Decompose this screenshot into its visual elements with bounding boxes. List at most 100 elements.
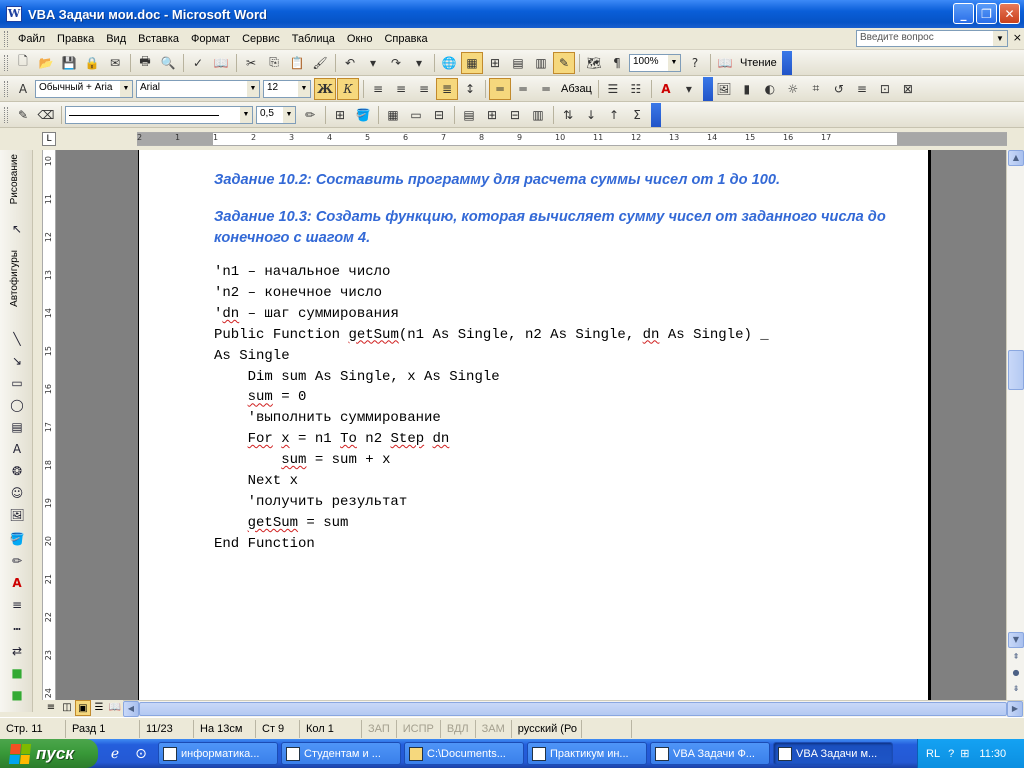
status-record[interactable]: ЗАП (362, 719, 397, 738)
align-center-icon[interactable]: ≡ (390, 78, 412, 100)
picture-icon[interactable]: 🖼 (8, 506, 26, 524)
taskbar-item[interactable]: VBA Задачи Ф... (650, 742, 770, 765)
align-right-icon[interactable]: ≡ (413, 78, 435, 100)
draw-table-icon[interactable]: ✎ (12, 104, 34, 126)
spelling-icon[interactable]: ✓ (187, 52, 209, 74)
toolbar-grip[interactable] (4, 106, 8, 123)
toolbar-grip[interactable] (4, 30, 8, 47)
start-button[interactable]: пуск (0, 739, 98, 768)
browse-object-icon[interactable]: ● (1008, 666, 1024, 682)
internet-explorer-icon[interactable]: ℯ (106, 745, 124, 763)
sort-asc-icon[interactable]: ↓ (580, 104, 602, 126)
status-extend[interactable]: ВДЛ (441, 719, 476, 738)
crop-icon[interactable]: ⌗ (805, 78, 827, 100)
distribute-rows-icon[interactable]: ⊞ (481, 104, 503, 126)
horizontal-scrollbar[interactable]: ◀ ▶ (123, 700, 1023, 717)
insert-excel-icon[interactable]: ▤ (507, 52, 529, 74)
arrow-style-icon[interactable]: ⇄ (8, 642, 26, 660)
web-view-icon[interactable]: ◫ (59, 700, 75, 716)
maximize-button[interactable]: ❐ (976, 3, 997, 24)
copy-icon[interactable]: ⎘ (263, 52, 285, 74)
autosum-icon[interactable]: Σ (626, 104, 648, 126)
justify-icon[interactable]: ≣ (436, 77, 458, 100)
bullets-icon[interactable]: ☷ (625, 78, 647, 100)
font-color-icon[interactable]: A (655, 78, 677, 100)
insert-table-icon[interactable]: ⊞ (484, 52, 506, 74)
line-style-icon[interactable]: ≡ (8, 596, 26, 614)
vertical-scrollbar[interactable]: ▲ ▼ ⇞ ● ⇟ (1006, 150, 1024, 700)
taskbar-item[interactable]: информатика... (158, 742, 278, 765)
undo-icon[interactable]: ↶ (339, 52, 361, 74)
title-bar[interactable]: W VBA Задачи мои.doc - Microsoft Word _ … (0, 0, 1024, 28)
cut-icon[interactable]: ✂ (240, 52, 262, 74)
border-icon[interactable]: ⊞ (329, 104, 351, 126)
taskbar-item[interactable]: Практикум ин... (527, 742, 647, 765)
document-map-icon[interactable]: 🗺 (583, 52, 605, 74)
paste-icon[interactable]: 📋 (286, 52, 308, 74)
chevron-down-icon[interactable]: ▾ (408, 52, 430, 74)
scroll-left-icon[interactable]: ◀ (123, 701, 139, 717)
oval-icon[interactable]: ◯ (8, 396, 26, 414)
compress-icon[interactable]: ⊡ (874, 78, 896, 100)
chevron-down-icon[interactable]: ▼ (240, 106, 252, 123)
menu-file[interactable]: Файл (12, 31, 51, 47)
chevron-down-icon[interactable]: ▼ (120, 80, 132, 97)
brightness-icon[interactable]: ☼ (782, 78, 804, 100)
tab-selector[interactable]: L (42, 132, 56, 146)
menu-help[interactable]: Справка (378, 31, 433, 47)
select-objects-icon[interactable]: ↖ (8, 220, 26, 238)
reading-view-icon[interactable]: 📖 (107, 700, 123, 716)
outline-view-icon[interactable]: ☰ (91, 700, 107, 716)
shadow-icon[interactable]: ■ (8, 664, 26, 682)
taskbar-item[interactable]: C:\Documents... (404, 742, 524, 765)
read-mode-button[interactable]: Чтение (737, 57, 780, 69)
clipart-icon[interactable]: ☺ (8, 484, 26, 502)
text-direction-icon[interactable]: ⇅ (557, 104, 579, 126)
chevron-down-icon[interactable]: ▼ (298, 80, 310, 97)
align-left-icon[interactable]: ≡ (367, 78, 389, 100)
toolbar-grip[interactable] (4, 80, 8, 97)
read-icon[interactable]: 📖 (714, 52, 736, 74)
network-icon[interactable]: ⊞ (960, 747, 969, 760)
wordart-icon[interactable]: A (8, 440, 26, 458)
autoshapes-menu[interactable]: Автофигуры (9, 250, 20, 307)
chevron-down-icon[interactable]: ▼ (668, 54, 680, 71)
ask-question-input[interactable]: Введите вопрос ▼ (856, 30, 1008, 47)
menu-tools[interactable]: Сервис (236, 31, 286, 47)
menu-table[interactable]: Таблица (286, 31, 341, 47)
scroll-thumb[interactable] (1008, 350, 1024, 390)
taskbar-item-active[interactable]: VBA Задачи м... (773, 742, 893, 765)
word-app-icon[interactable]: W (6, 6, 22, 22)
cell-align-icon[interactable]: ▤ (458, 104, 480, 126)
horizontal-ruler[interactable]: 2 1 1 2 3 4 5 6 7 8 9 10 11 12 13 14 15 16 17 (137, 132, 1007, 146)
line-icon[interactable]: ╲ (8, 330, 26, 348)
scroll-down-icon[interactable]: ▼ (1008, 632, 1024, 648)
scroll-right-icon[interactable]: ▶ (1007, 701, 1023, 717)
chevron-down-icon[interactable]: ▾ (678, 78, 700, 100)
scroll-thumb[interactable] (139, 702, 1007, 716)
dash-style-icon[interactable]: ┅ (8, 620, 26, 638)
font-size-select[interactable]: 12 ▼ (263, 79, 311, 98)
autoformat-icon[interactable]: ▥ (527, 104, 549, 126)
toolbar-grip[interactable] (4, 54, 8, 71)
vertical-ruler[interactable]: 10 11 12 13 14 15 16 17 18 19 20 21 22 23 24 (42, 150, 56, 700)
format-painter-icon[interactable]: 🖌 (309, 52, 331, 74)
style-select[interactable]: Обычный + Aria ▼ (35, 79, 133, 98)
line-weight-select[interactable]: 0,5 ▼ (256, 105, 296, 124)
rotate-icon[interactable]: ↺ (828, 78, 850, 100)
3d-style-icon[interactable]: ■ (8, 686, 26, 704)
styles-pane-icon[interactable]: A (12, 78, 34, 100)
merge-cells-icon[interactable]: ▭ (405, 104, 427, 126)
document-area[interactable]: Задание 10.2: Составить программу для ра… (56, 150, 1006, 700)
menu-insert[interactable]: Вставка (132, 31, 185, 47)
shading-icon[interactable]: 🪣 (352, 104, 374, 126)
text-box-icon[interactable]: ▤ (8, 418, 26, 436)
normal-view-icon[interactable]: ≡ (43, 700, 59, 716)
research-icon[interactable]: 📖 (210, 52, 232, 74)
picture-icon[interactable]: 🖼 (713, 78, 735, 100)
scroll-up-icon[interactable]: ▲ (1008, 150, 1024, 166)
font-select[interactable]: Arial ▼ (136, 79, 260, 98)
border-color-icon[interactable]: ✏ (299, 104, 321, 126)
diagram-icon[interactable]: ❂ (8, 462, 26, 480)
language-indicator[interactable]: RL (926, 748, 940, 760)
